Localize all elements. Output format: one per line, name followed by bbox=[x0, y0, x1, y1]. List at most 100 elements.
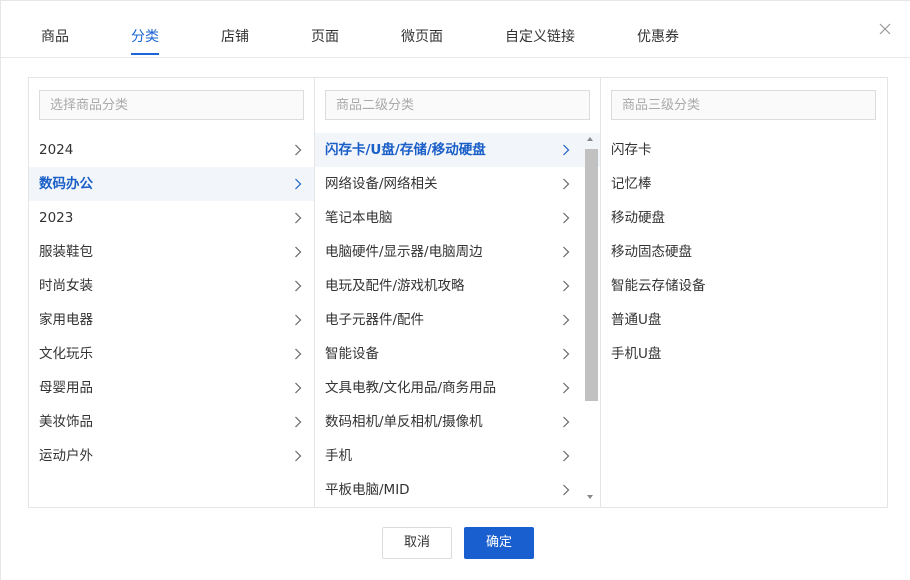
chevron-right-icon bbox=[562, 314, 570, 326]
list-item-label: 移动硬盘 bbox=[611, 210, 665, 226]
list-item[interactable]: 记忆棒 bbox=[601, 167, 887, 201]
confirm-button[interactable]: 确定 bbox=[464, 527, 534, 559]
chevron-right-icon bbox=[562, 280, 570, 292]
level1-list: 2024 数码办公 2023 服装鞋包 时尚女装 家用电器 文化玩乐 母婴用品 … bbox=[29, 133, 314, 505]
level3-search-input[interactable] bbox=[611, 90, 876, 120]
chevron-right-icon bbox=[294, 416, 302, 428]
category-picker-dialog: 商品 分类 店铺 页面 微页面 自定义链接 优惠券 2024 数码办公 2023… bbox=[0, 0, 910, 580]
tab-shops[interactable]: 店铺 bbox=[221, 27, 249, 47]
list-item[interactable]: 2024 bbox=[29, 133, 314, 167]
list-item[interactable]: 数码相机/单反相机/摄像机 bbox=[315, 405, 600, 439]
list-item-label: 手机 bbox=[325, 448, 352, 464]
list-item-label: 2023 bbox=[39, 210, 74, 226]
list-item[interactable]: 时尚女装 bbox=[29, 269, 314, 303]
list-item-label: 电脑硬件/显示器/电脑周边 bbox=[325, 244, 483, 260]
chevron-right-icon bbox=[294, 450, 302, 462]
list-item-label: 手机U盘 bbox=[611, 346, 662, 362]
scroll-up-arrow-icon[interactable] bbox=[587, 137, 593, 141]
chevron-right-icon bbox=[562, 416, 570, 428]
tab-bar: 商品 分类 店铺 页面 微页面 自定义链接 优惠券 bbox=[1, 1, 910, 58]
list-item[interactable]: 移动固态硬盘 bbox=[601, 235, 887, 269]
list-item-label: 数码相机/单反相机/摄像机 bbox=[325, 414, 483, 430]
chevron-right-icon bbox=[294, 144, 302, 156]
list-item[interactable]: 文化玩乐 bbox=[29, 337, 314, 371]
tab-coupons[interactable]: 优惠券 bbox=[637, 27, 679, 47]
list-item-label: 美妆饰品 bbox=[39, 414, 93, 430]
list-item[interactable]: 母婴用品 bbox=[29, 371, 314, 405]
list-item[interactable]: 笔记本电脑 bbox=[315, 201, 600, 235]
chevron-right-icon bbox=[294, 314, 302, 326]
list-item[interactable]: 文具电教/文化用品/商务用品 bbox=[315, 371, 600, 405]
level2-list: 闪存卡/U盘/存储/移动硬盘 网络设备/网络相关 笔记本电脑 电脑硬件/显示器/… bbox=[315, 133, 600, 505]
list-item-label: 数码办公 bbox=[39, 176, 93, 192]
chevron-right-icon bbox=[562, 178, 570, 190]
scroll-down-arrow-icon[interactable] bbox=[587, 495, 593, 499]
chevron-right-icon bbox=[294, 246, 302, 258]
list-item-label: 闪存卡 bbox=[611, 142, 652, 158]
list-item-label: 家用电器 bbox=[39, 312, 93, 328]
active-tab-indicator bbox=[131, 53, 159, 55]
list-item[interactable]: 美妆饰品 bbox=[29, 405, 314, 439]
level3-list: 闪存卡 记忆棒 移动硬盘 移动固态硬盘 智能云存储设备 普通U盘 手机U盘 bbox=[601, 133, 887, 505]
list-item[interactable]: 平板电脑/MID bbox=[315, 473, 600, 505]
list-item[interactable]: 电玩及配件/游戏机攻略 bbox=[315, 269, 600, 303]
list-item[interactable]: 电子元器件/配件 bbox=[315, 303, 600, 337]
list-item-label: 母婴用品 bbox=[39, 380, 93, 396]
list-item[interactable]: 智能云存储设备 bbox=[601, 269, 887, 303]
scrollbar-thumb[interactable] bbox=[585, 149, 598, 401]
chevron-right-icon bbox=[562, 144, 570, 156]
cancel-button[interactable]: 取消 bbox=[382, 527, 452, 559]
list-item[interactable]: 手机 bbox=[315, 439, 600, 473]
close-icon[interactable] bbox=[879, 23, 895, 39]
list-item[interactable]: 闪存卡 bbox=[601, 133, 887, 167]
level2-scrollbar[interactable] bbox=[585, 133, 598, 507]
list-item-label: 时尚女装 bbox=[39, 278, 93, 294]
tab-micro-pages[interactable]: 微页面 bbox=[401, 27, 443, 47]
list-item[interactable]: 普通U盘 bbox=[601, 303, 887, 337]
list-item[interactable]: 家用电器 bbox=[29, 303, 314, 337]
list-item[interactable]: 2023 bbox=[29, 201, 314, 235]
list-item[interactable]: 手机U盘 bbox=[601, 337, 887, 371]
chevron-right-icon bbox=[294, 178, 302, 190]
chevron-right-icon bbox=[294, 382, 302, 394]
list-item[interactable]: 移动硬盘 bbox=[601, 201, 887, 235]
list-item-label: 普通U盘 bbox=[611, 312, 662, 328]
list-item-label: 服装鞋包 bbox=[39, 244, 93, 260]
level1-search-input[interactable] bbox=[39, 90, 304, 120]
chevron-right-icon bbox=[562, 382, 570, 394]
list-item[interactable]: 智能设备 bbox=[315, 337, 600, 371]
list-item[interactable]: 运动户外 bbox=[29, 439, 314, 473]
list-item-label: 智能设备 bbox=[325, 346, 379, 362]
chevron-right-icon bbox=[562, 348, 570, 360]
list-item-label: 2024 bbox=[39, 142, 74, 158]
chevron-right-icon bbox=[562, 450, 570, 462]
tab-products[interactable]: 商品 bbox=[41, 27, 69, 47]
list-item-label: 记忆棒 bbox=[611, 176, 652, 192]
tab-custom-link[interactable]: 自定义链接 bbox=[505, 27, 575, 47]
list-item-label: 文化玩乐 bbox=[39, 346, 93, 362]
list-item-label: 运动户外 bbox=[39, 448, 93, 464]
list-item-label: 电子元器件/配件 bbox=[325, 312, 425, 328]
list-item-label: 网络设备/网络相关 bbox=[325, 176, 438, 192]
category-panels: 2024 数码办公 2023 服装鞋包 时尚女装 家用电器 文化玩乐 母婴用品 … bbox=[28, 77, 888, 508]
list-item-label: 智能云存储设备 bbox=[611, 278, 706, 294]
level3-panel: 闪存卡 记忆棒 移动硬盘 移动固态硬盘 智能云存储设备 普通U盘 手机U盘 bbox=[601, 78, 887, 507]
chevron-right-icon bbox=[562, 246, 570, 258]
chevron-right-icon bbox=[562, 484, 570, 496]
level2-search-input[interactable] bbox=[325, 90, 590, 120]
chevron-right-icon bbox=[294, 212, 302, 224]
list-item[interactable]: 电脑硬件/显示器/电脑周边 bbox=[315, 235, 600, 269]
list-item-label: 移动固态硬盘 bbox=[611, 244, 692, 260]
list-item[interactable]: 网络设备/网络相关 bbox=[315, 167, 600, 201]
chevron-right-icon bbox=[294, 280, 302, 292]
list-item-label: 文具电教/文化用品/商务用品 bbox=[325, 380, 497, 396]
list-item-selected[interactable]: 数码办公 bbox=[29, 167, 314, 201]
tab-categories[interactable]: 分类 bbox=[131, 27, 159, 47]
tab-pages[interactable]: 页面 bbox=[311, 27, 339, 47]
list-item-label: 平板电脑/MID bbox=[325, 482, 410, 498]
level1-panel: 2024 数码办公 2023 服装鞋包 时尚女装 家用电器 文化玩乐 母婴用品 … bbox=[29, 78, 315, 507]
chevron-right-icon bbox=[294, 348, 302, 360]
list-item-label: 笔记本电脑 bbox=[325, 210, 393, 226]
list-item[interactable]: 服装鞋包 bbox=[29, 235, 314, 269]
list-item-selected[interactable]: 闪存卡/U盘/存储/移动硬盘 bbox=[315, 133, 600, 167]
